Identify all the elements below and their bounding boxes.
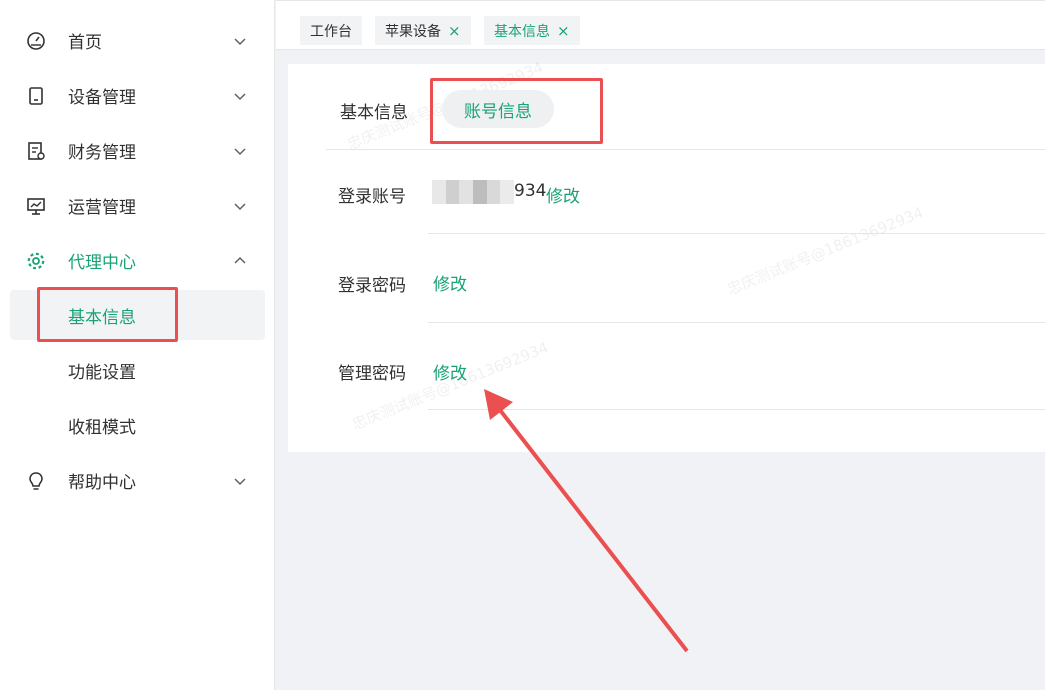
annotation-arrow: [484, 389, 689, 653]
